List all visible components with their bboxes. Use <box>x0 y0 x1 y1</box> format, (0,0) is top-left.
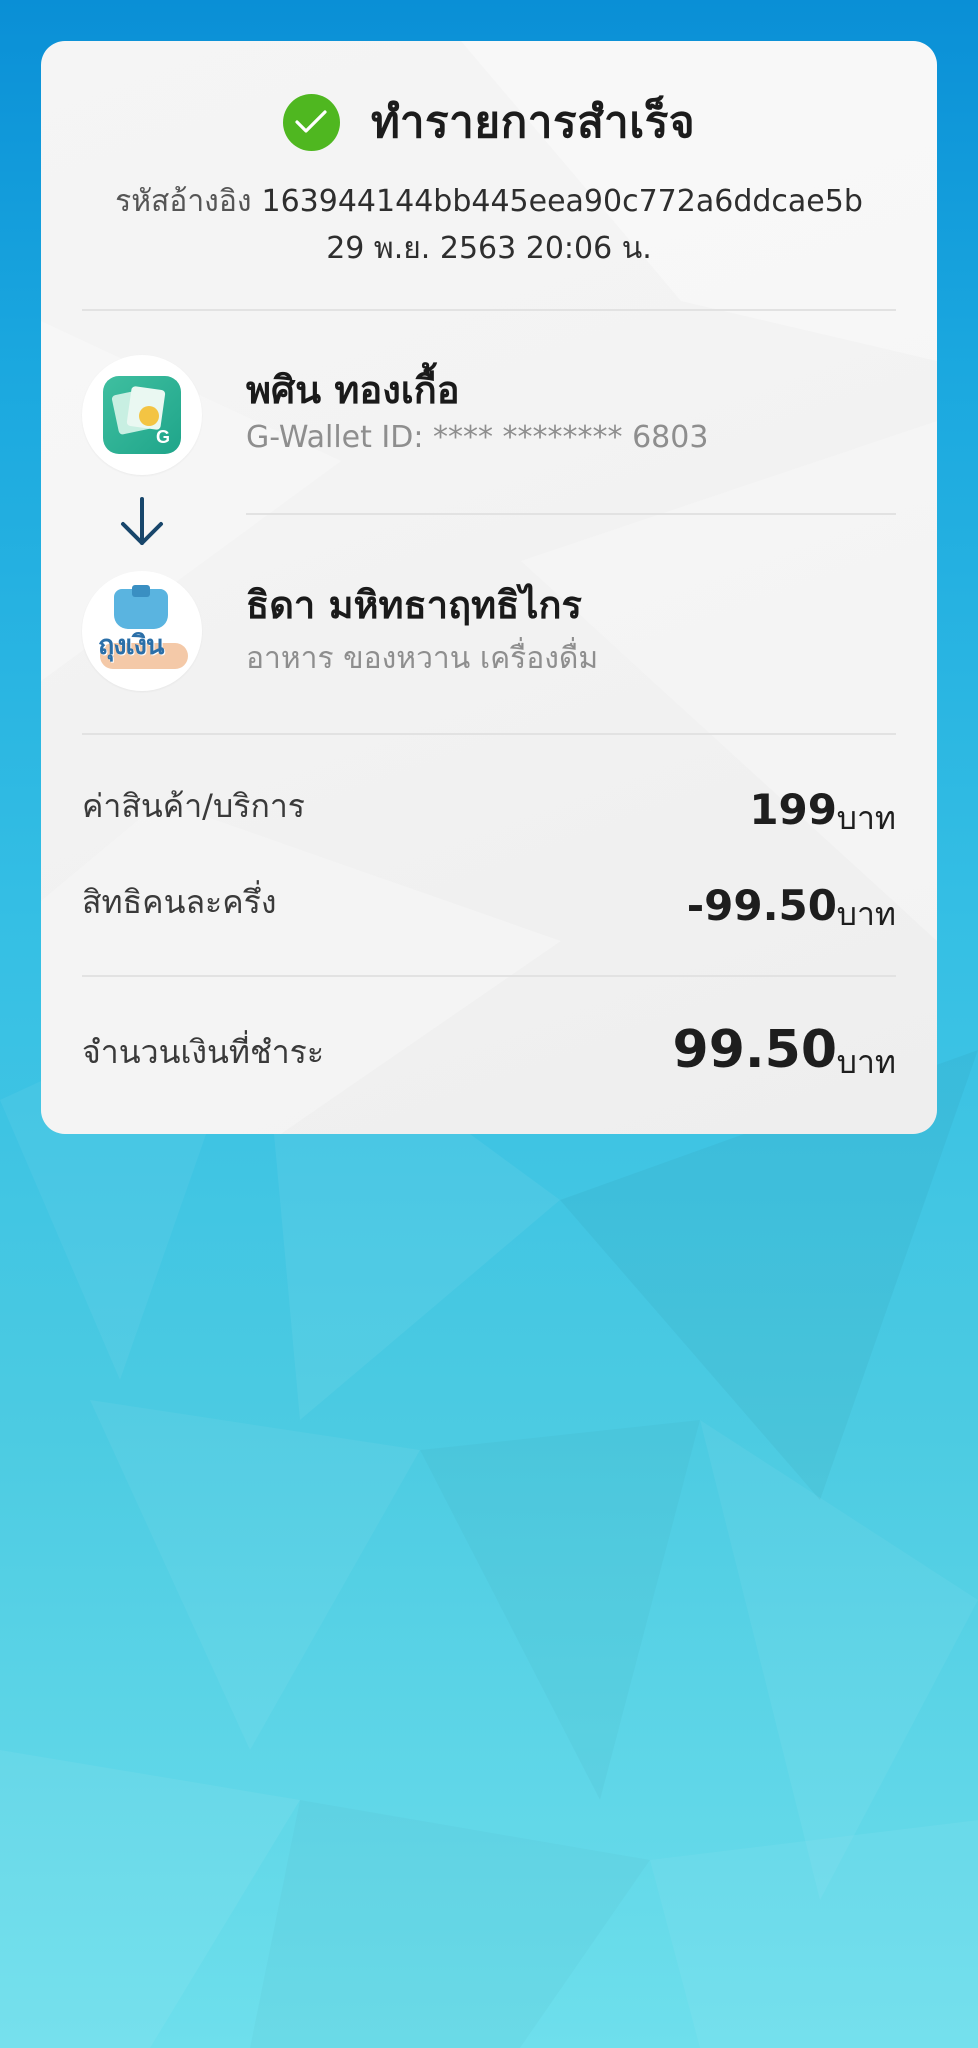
total-paid-label: จำนวนเงินที่ชำระ <box>82 1033 325 1071</box>
divider <box>82 975 896 977</box>
sender-wallet-id: G-Wallet ID: **** ******** 6803 <box>246 420 709 455</box>
reference-line: รหัสอ้างอิง 163944144bb445eea90c772a6ddca… <box>41 178 937 225</box>
g-wallet-icon: G <box>103 376 181 454</box>
reference-label: รหัสอ้างอิง <box>115 184 252 219</box>
transaction-datetime: 29 พ.ย. 2563 20:06 น. <box>326 231 652 266</box>
sender-avatar: G <box>82 355 202 475</box>
goods-price-label: ค่าสินค้า/บริการ <box>82 787 305 825</box>
divider <box>82 733 896 735</box>
receipt-card: ทำรายการสำเร็จ รหัสอ้างอิง 163944144bb445… <box>41 41 937 1134</box>
status-header: ทำรายการสำเร็จ <box>41 87 937 157</box>
check-circle-icon <box>282 93 340 151</box>
goods-price-value: 199 <box>749 785 837 834</box>
recipient-avatar: ถุงเงิน <box>82 571 202 691</box>
goods-price-unit: บาท <box>836 799 896 837</box>
recipient-logo-text: ถุงเงิน <box>98 630 164 661</box>
divider <box>246 513 896 515</box>
recipient-name: ธิดา มหิทธาฤทธิไกร <box>246 583 582 627</box>
total-paid-unit: บาท <box>836 1043 896 1081</box>
tung-ngern-icon: ถุงเงิน <box>92 585 192 677</box>
discount-label: สิทธิคนละครึ่ง <box>82 883 277 921</box>
recipient-category: อาหาร ของหวาน เครื่องดื่ม <box>246 641 599 676</box>
divider <box>82 309 896 311</box>
discount-unit: บาท <box>836 895 896 933</box>
status-title: ทำรายการสำเร็จ <box>370 97 696 148</box>
reference-number: 163944144bb445eea90c772a6ddcae5b <box>261 184 863 219</box>
total-paid-value: 99.50 <box>672 1020 837 1080</box>
arrow-down-icon <box>121 497 163 545</box>
discount-value: -99.50 <box>686 881 837 930</box>
sender-name: พศิน ทองเกื้อ <box>246 368 460 412</box>
